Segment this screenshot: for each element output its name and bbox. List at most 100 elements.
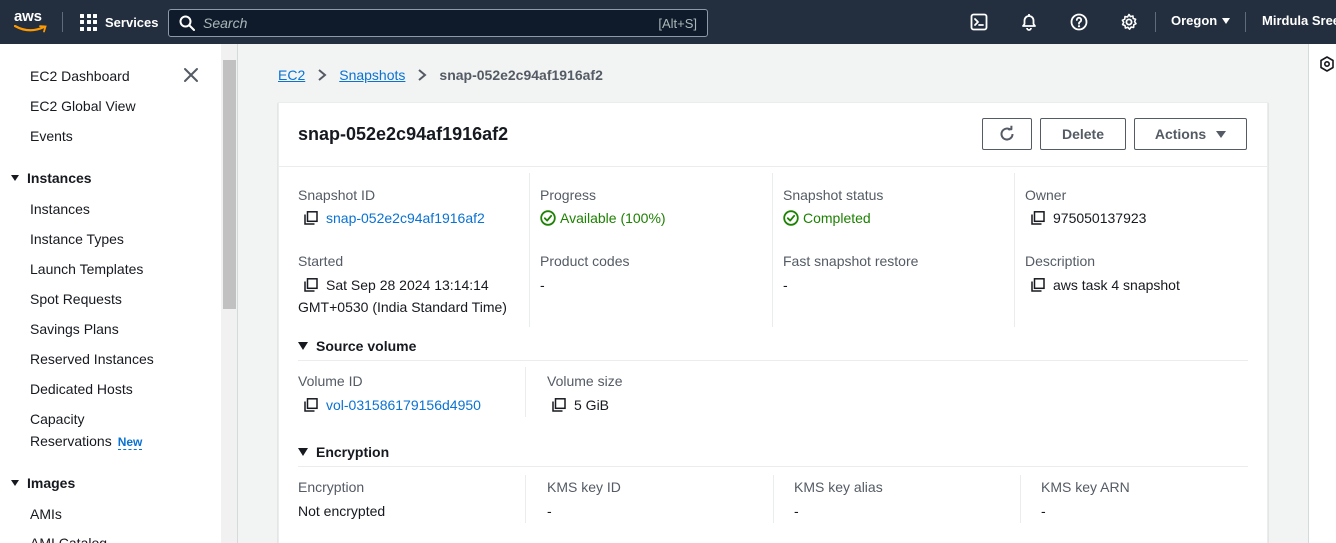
progress-label: Progress [540, 187, 597, 203]
info-panel-icon[interactable] [1319, 56, 1335, 72]
volume-size-text: 5 GiB [574, 397, 610, 413]
account-menu[interactable]: Mirdula Sree [1262, 13, 1336, 28]
panel-header: snap-052e2c94af1916af2 Delete Actions [279, 103, 1267, 167]
progress-text: Available (100%) [560, 210, 666, 226]
caret-down-icon [11, 175, 19, 181]
services-menu-button[interactable]: Services [80, 12, 159, 32]
cloudshell-icon[interactable] [969, 12, 989, 32]
volume-size-value: 5 GiB [552, 396, 609, 414]
copy-icon[interactable] [1031, 211, 1045, 225]
actions-label: Actions [1154, 126, 1207, 142]
search-input[interactable] [203, 15, 659, 31]
search-bar[interactable]: [Alt+S] [168, 9, 708, 37]
caret-down-icon [11, 480, 19, 486]
refresh-button[interactable] [982, 118, 1032, 150]
sidebar-section-label: Images [27, 475, 76, 491]
sidebar-section-instances[interactable]: Instances [11, 169, 92, 187]
sidebar-scrollbar-thumb[interactable] [223, 60, 236, 309]
nav-divider [1245, 12, 1246, 32]
started-label: Started [298, 253, 344, 269]
column-divider [1014, 173, 1015, 327]
snapshot-status-value: Completed [783, 209, 871, 227]
sidebar-item-dedicated-hosts[interactable]: Dedicated Hosts [30, 380, 133, 398]
copy-icon[interactable] [552, 398, 566, 412]
copy-icon[interactable] [304, 398, 318, 412]
column-divider [525, 475, 526, 523]
sidebar-item-spot-requests[interactable]: Spot Requests [30, 290, 122, 308]
sidebar-item-ec2-global-view[interactable]: EC2 Global View [30, 97, 136, 115]
success-check-icon [783, 210, 799, 226]
section-divider [298, 466, 1248, 467]
help-icon[interactable] [1069, 12, 1089, 32]
snapshot-status-label: Snapshot status [783, 187, 884, 203]
fast-snapshot-restore-label: Fast snapshot restore [783, 253, 919, 269]
copy-icon[interactable] [304, 278, 318, 292]
sidebar-item-ami-catalog[interactable]: AMI Catalog [30, 534, 107, 543]
section-source-volume[interactable]: Source volume [298, 337, 416, 355]
delete-button[interactable]: Delete [1040, 118, 1126, 150]
sidebar-item-capacity-reservations[interactable]: Capacity Reservations New [30, 410, 143, 450]
sidebar-item-savings-plans[interactable]: Savings Plans [30, 320, 119, 338]
caret-down-icon [1216, 130, 1227, 138]
kms-key-alias-value: - [794, 503, 799, 519]
fast-snapshot-restore-value: - [783, 277, 788, 293]
aws-logo[interactable]: aws [14, 9, 50, 35]
column-divider [773, 475, 774, 523]
sidebar: EC2 Dashboard EC2 Global View Events Ins… [0, 44, 238, 543]
description-value: aws task 4 snapshot [1031, 276, 1180, 294]
sidebar-item-amis[interactable]: AMIs [30, 505, 62, 523]
settings-icon[interactable] [1119, 12, 1139, 32]
search-shortcut-hint: [Alt+S] [658, 15, 697, 31]
owner-text: 975050137923 [1053, 210, 1147, 226]
description-text: aws task 4 snapshot [1053, 277, 1180, 293]
started-text-line1: Sat Sep 28 2024 13:14:14 [326, 277, 489, 293]
product-codes-label: Product codes [540, 253, 630, 269]
nav-divider [1155, 12, 1156, 32]
breadcrumb-link-snapshots[interactable]: Snapshots [339, 66, 405, 84]
column-divider [529, 173, 530, 327]
sidebar-item-reserved-instances[interactable]: Reserved Instances [30, 350, 154, 368]
column-divider [1020, 475, 1021, 523]
sidebar-item-instances[interactable]: Instances [30, 200, 90, 218]
new-badge: New [117, 435, 143, 450]
sidebar-item-instance-types[interactable]: Instance Types [30, 230, 124, 248]
section-title: Encryption [316, 444, 390, 460]
sidebar-item-ec2-dashboard[interactable]: EC2 Dashboard [30, 67, 130, 85]
top-navigation: aws Services [Alt+S] [0, 0, 1336, 44]
breadcrumb-link-ec2[interactable]: EC2 [278, 66, 305, 84]
notifications-icon[interactable] [1019, 12, 1039, 32]
copy-icon[interactable] [304, 211, 318, 225]
region-selector[interactable]: Oregon [1171, 13, 1231, 28]
caret-down-icon [298, 342, 308, 350]
close-icon[interactable] [183, 67, 199, 83]
caret-down-icon [1222, 17, 1231, 24]
copy-icon[interactable] [1031, 278, 1045, 292]
sidebar-item-label: Reservations [30, 433, 112, 449]
product-codes-value: - [540, 277, 545, 293]
sidebar-item-launch-templates[interactable]: Launch Templates [30, 260, 143, 278]
progress-value: Available (100%) [540, 209, 666, 227]
nav-divider [62, 12, 63, 32]
kms-key-id-value: - [547, 503, 552, 519]
refresh-icon [1000, 125, 1014, 141]
sidebar-section-images[interactable]: Images [11, 474, 75, 492]
sidebar-item-label: Capacity [30, 411, 85, 427]
kms-key-arn-value: - [1041, 503, 1046, 519]
success-check-icon [540, 210, 556, 226]
actions-button[interactable]: Actions [1134, 118, 1247, 150]
owner-value: 975050137923 [1031, 209, 1146, 227]
breadcrumb-current: snap-052e2c94af1916af2 [439, 67, 603, 83]
caret-down-icon [298, 448, 308, 456]
page-title: snap-052e2c94af1916af2 [298, 124, 509, 144]
sidebar-item-events[interactable]: Events [30, 127, 73, 145]
snapshot-id-label: Snapshot ID [298, 187, 376, 203]
volume-id-value: vol-031586179156d4950 [304, 396, 481, 414]
section-encryption[interactable]: Encryption [298, 443, 389, 461]
snapshot-id-link[interactable]: snap-052e2c94af1916af2 [326, 209, 485, 227]
volume-size-label: Volume size [547, 373, 623, 389]
section-divider [298, 360, 1248, 361]
volume-id-link[interactable]: vol-031586179156d4950 [326, 396, 481, 414]
description-label: Description [1025, 253, 1096, 269]
column-divider [772, 173, 773, 327]
chevron-right-icon [417, 68, 427, 82]
